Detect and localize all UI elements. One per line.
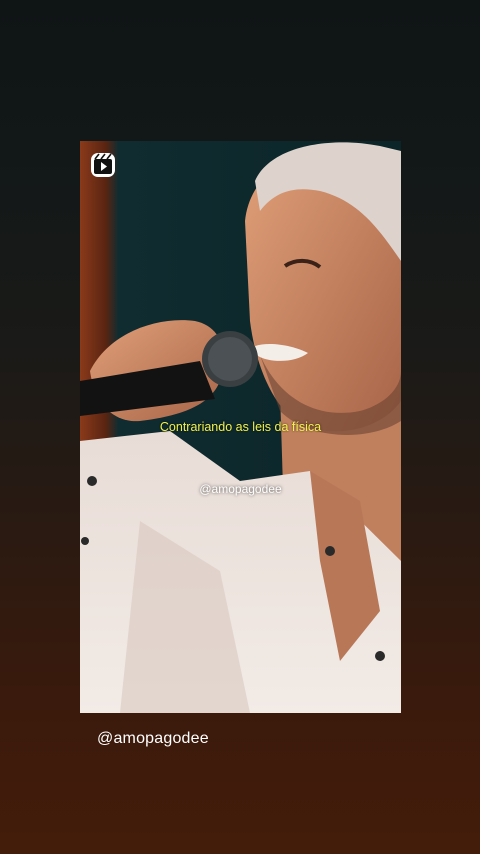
- video-watermark: @amopagodee: [199, 482, 282, 496]
- account-handle[interactable]: @amopagodee: [97, 730, 209, 748]
- reels-icon: [89, 151, 117, 179]
- video-caption: Contrariando as leis da física: [159, 420, 322, 434]
